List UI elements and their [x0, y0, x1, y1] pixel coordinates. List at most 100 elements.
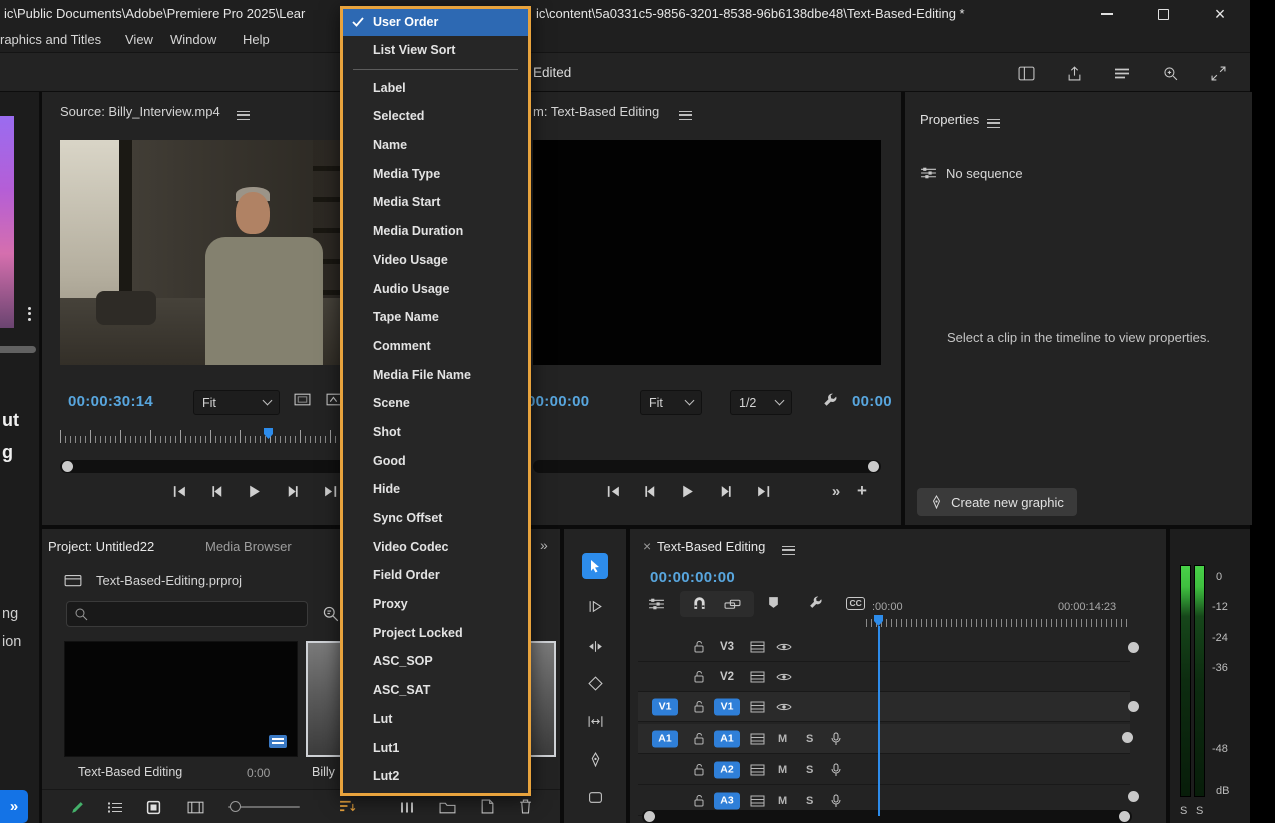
- timeline-panel-menu-icon[interactable]: [782, 546, 795, 555]
- solo-left-button[interactable]: S: [1180, 805, 1187, 817]
- razor-tool[interactable]: [582, 670, 608, 696]
- program-zoom-select[interactable]: Fit: [640, 390, 702, 415]
- sort-menu-item-media-type[interactable]: Media Type: [343, 160, 528, 189]
- sort-menu-item-proxy[interactable]: Proxy: [343, 590, 528, 619]
- program-zoom-handle-right[interactable]: [868, 461, 879, 472]
- play-button[interactable]: [678, 482, 696, 500]
- sort-menu-item-tape-name[interactable]: Tape Name: [343, 303, 528, 332]
- new-item-icon[interactable]: [476, 796, 498, 816]
- voiceover-mic-icon[interactable]: [830, 732, 842, 746]
- track-name[interactable]: V3: [714, 641, 740, 653]
- icon-view-icon[interactable]: [142, 797, 164, 817]
- timeline-zoom-handle-right[interactable]: [1119, 811, 1130, 822]
- tab-project[interactable]: Project: Untitled22: [48, 539, 154, 554]
- new-bin-folder-icon[interactable]: [436, 797, 458, 817]
- selection-tool[interactable]: [582, 553, 608, 579]
- step-forward-button[interactable]: [716, 482, 734, 500]
- workspaces-icon[interactable]: [1111, 63, 1133, 83]
- solo-button[interactable]: S: [806, 764, 813, 776]
- freeform-view-icon[interactable]: [184, 797, 206, 817]
- sort-menu-item-project-locked[interactable]: Project Locked: [343, 619, 528, 648]
- track-visibility-eye-icon[interactable]: [776, 642, 792, 652]
- automate-to-sequence-icon[interactable]: [396, 797, 418, 817]
- track-insert-icon[interactable]: [750, 671, 765, 683]
- sort-menu-item-scene[interactable]: Scene: [343, 389, 528, 418]
- sort-menu-item-sync-offset[interactable]: Sync Offset: [343, 504, 528, 533]
- source-patch-badge[interactable]: A1: [652, 730, 678, 747]
- sort-menu-item-lut1[interactable]: Lut1: [343, 734, 528, 763]
- captions-cc-badge[interactable]: CC: [846, 597, 865, 610]
- sort-menu-item-asc-sop[interactable]: ASC_SOP: [343, 647, 528, 676]
- sort-menu-item-list-view-sort[interactable]: List View Sort: [343, 36, 528, 65]
- sort-menu-item-hide[interactable]: Hide: [343, 475, 528, 504]
- slider-handle[interactable]: [230, 801, 241, 812]
- sort-menu-item-video-usage[interactable]: Video Usage: [343, 246, 528, 275]
- export-share-icon[interactable]: [1063, 63, 1085, 83]
- expand-panel-button[interactable]: »: [0, 790, 28, 823]
- sort-icons-button[interactable]: [336, 796, 358, 816]
- menu-view[interactable]: View: [125, 32, 153, 47]
- find-icon[interactable]: [322, 605, 339, 622]
- create-new-graphic-button[interactable]: Create new graphic: [917, 488, 1077, 516]
- nested-sequence-icon[interactable]: [648, 597, 665, 611]
- safe-margins-icon[interactable]: [294, 393, 311, 406]
- timeline-zoom-handle-left[interactable]: [644, 811, 655, 822]
- add-marker-icon[interactable]: [768, 596, 779, 609]
- track-insert-icon[interactable]: [750, 764, 765, 776]
- rectangle-tool[interactable]: [582, 784, 608, 810]
- track-visibility-eye-icon[interactable]: [776, 702, 792, 712]
- sort-menu-item-good[interactable]: Good: [343, 447, 528, 476]
- sort-menu-item-user-order[interactable]: User Order: [343, 9, 528, 36]
- clip-name[interactable]: Text-Based Editing: [78, 765, 182, 779]
- maximize-button[interactable]: [1141, 0, 1185, 28]
- track-lock-icon[interactable]: [692, 732, 706, 746]
- mute-button[interactable]: M: [778, 764, 787, 776]
- clip-name[interactable]: Billy: [312, 765, 335, 779]
- trash-icon[interactable]: [514, 796, 536, 816]
- track-select-forward-tool[interactable]: [582, 593, 608, 619]
- clip-thumbnail-sequence[interactable]: [64, 641, 298, 757]
- source-zoom-select[interactable]: Fit: [193, 390, 280, 415]
- solo-button[interactable]: S: [806, 795, 813, 807]
- track-name-badge[interactable]: A2: [714, 761, 740, 778]
- timeline-tab-title[interactable]: Text-Based Editing: [657, 539, 765, 554]
- close-button[interactable]: ×: [1198, 0, 1242, 28]
- source-patch-badge[interactable]: V1: [652, 698, 678, 715]
- list-view-icon[interactable]: [104, 797, 126, 817]
- track-name-badge[interactable]: V1: [714, 698, 740, 715]
- ripple-edit-tool[interactable]: [582, 633, 608, 659]
- audio-scroll-handle-bottom[interactable]: [1128, 791, 1139, 802]
- track-insert-icon[interactable]: [750, 701, 765, 713]
- sort-menu-item-shot[interactable]: Shot: [343, 418, 528, 447]
- sort-menu-item-field-order[interactable]: Field Order: [343, 561, 528, 590]
- go-to-out-button[interactable]: [321, 482, 339, 500]
- source-panel-menu-icon[interactable]: [237, 111, 250, 120]
- wrench-icon[interactable]: [822, 392, 838, 408]
- timeline-playhead-line[interactable]: [878, 626, 880, 816]
- kebab-menu-icon[interactable]: [28, 304, 31, 323]
- program-video-preview[interactable]: [533, 140, 881, 365]
- sort-menu-item-selected[interactable]: Selected: [343, 102, 528, 131]
- track-name[interactable]: V2: [714, 671, 740, 683]
- left-scrollbar-fragment[interactable]: [0, 346, 36, 353]
- program-panel-menu-icon[interactable]: [679, 111, 692, 120]
- button-editor-add[interactable]: +: [853, 482, 871, 500]
- track-insert-icon[interactable]: [750, 733, 765, 745]
- track-lock-icon[interactable]: [692, 763, 706, 777]
- source-zoom-handle-left[interactable]: [62, 461, 73, 472]
- search-input[interactable]: [94, 607, 300, 621]
- edit-pencil-icon[interactable]: [66, 797, 88, 817]
- track-insert-icon[interactable]: [750, 641, 765, 653]
- go-to-in-button[interactable]: [170, 482, 188, 500]
- audio-scroll-handle-top[interactable]: [1122, 732, 1133, 743]
- timeline-settings-wrench-icon[interactable]: [808, 595, 823, 610]
- properties-panel-menu-icon[interactable]: [987, 119, 1000, 128]
- video-scroll-handle-top[interactable]: [1128, 642, 1139, 653]
- timeline-timecode[interactable]: 00:00:00:00: [650, 569, 735, 586]
- thumbnail-size-slider[interactable]: [228, 806, 300, 808]
- project-search-box[interactable]: [66, 601, 308, 627]
- sort-menu-item-media-duration[interactable]: Media Duration: [343, 217, 528, 246]
- play-button[interactable]: [245, 482, 263, 500]
- mute-button[interactable]: M: [778, 733, 787, 745]
- workspace-tab-edited[interactable]: Edited: [533, 65, 571, 80]
